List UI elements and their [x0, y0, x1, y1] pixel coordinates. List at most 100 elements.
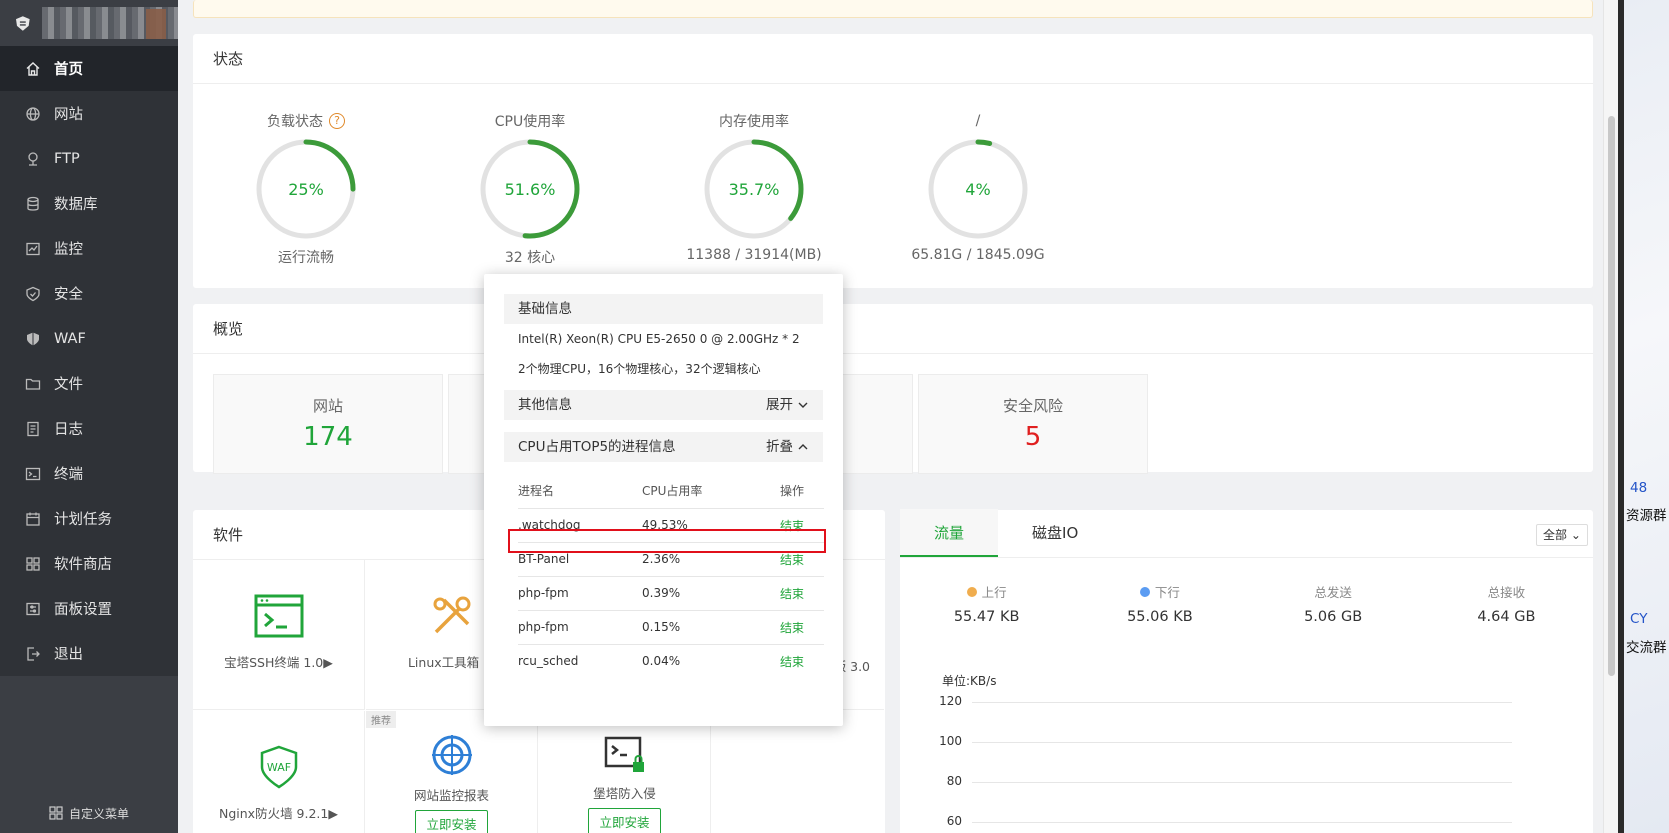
stat-upload: 上行 55.47 KB: [900, 582, 1073, 625]
kill-button[interactable]: 结束: [760, 542, 824, 577]
bg-text: 交流群: [1626, 640, 1667, 656]
software-anti-intrusion[interactable]: 堡塔防入侵 立即安装: [539, 711, 711, 833]
chart-unit: 单位:KB/s: [942, 674, 997, 688]
y-tick: 120: [939, 694, 962, 708]
kill-button[interactable]: 结束: [760, 644, 824, 678]
other-info-header[interactable]: 其他信息 展开: [504, 390, 823, 420]
software-name: 网站监控报表: [413, 788, 489, 803]
stat-download: 下行 55.06 KB: [1073, 582, 1246, 625]
notice-strip: [193, 0, 1593, 18]
tab-disk-io[interactable]: 磁盘IO: [998, 509, 1112, 557]
svg-text:WAF: WAF: [266, 761, 290, 774]
scrollbar-thumb[interactable]: [1608, 116, 1615, 676]
install-button[interactable]: 立即安装: [415, 810, 488, 833]
kill-button[interactable]: 结束: [760, 610, 824, 645]
table-row: rcu_sched 0.04% 结束: [518, 644, 824, 678]
sidebar-item-website[interactable]: 网站: [0, 91, 178, 136]
y-tick: 80: [946, 774, 962, 788]
main-content: 状态 负载状态? 25% 运行流畅 CPU使用率 51.6% 32 核心 内存使…: [178, 0, 1618, 833]
kill-button[interactable]: 结束: [760, 508, 824, 543]
table-row: .watchdog 49.53% 结束: [518, 508, 824, 543]
logo: [0, 0, 178, 46]
software-ssh-terminal[interactable]: 宝塔SSH终端 1.0▶: [193, 560, 365, 710]
overview-label: 网站: [312, 397, 343, 415]
gauge-disk[interactable]: / 4% 65.81G / 1845.09G: [893, 109, 1063, 263]
sidebar-item-settings[interactable]: 面板设置: [0, 586, 178, 631]
collapse-label: 折叠: [766, 439, 793, 455]
chevron-up-icon: [798, 444, 808, 450]
process-name: php-fpm: [518, 610, 642, 645]
sidebar-item-logs[interactable]: 日志: [0, 406, 178, 451]
sidebar-item-terminal[interactable]: 终端: [0, 451, 178, 496]
y-tick: 60: [946, 814, 962, 828]
software-site-monitor[interactable]: 推荐 网站监控报表 立即安装: [366, 711, 538, 833]
stat-label: 下行: [1154, 585, 1180, 600]
gauge-ring: 35.7%: [704, 139, 804, 239]
table-header: 进程名 CPU占用率 操作: [518, 474, 824, 509]
install-button[interactable]: 立即安装: [588, 808, 661, 833]
sidebar-item-store[interactable]: 软件商店: [0, 541, 178, 586]
overview-value: 5: [1024, 422, 1042, 452]
interface-select[interactable]: 全部 ⌄: [1536, 524, 1588, 546]
sidebar-item-label: 计划任务: [54, 512, 112, 528]
globe-icon: [26, 106, 40, 121]
gauge-value: 35.7%: [729, 180, 780, 199]
stat-label: 上行: [981, 585, 1007, 600]
gauge-load[interactable]: 负载状态? 25% 运行流畅: [221, 109, 391, 267]
overview-security-risk[interactable]: 安全风险 5: [918, 374, 1148, 474]
sidebar-item-security[interactable]: 安全: [0, 271, 178, 316]
sidebar-item-home[interactable]: 首页: [0, 46, 178, 91]
sidebar-item-waf[interactable]: WAF: [0, 316, 178, 361]
expand-label: 展开: [766, 397, 793, 413]
kill-button[interactable]: 结束: [760, 576, 824, 611]
process-cpu: 0.15%: [642, 610, 760, 645]
gauge-memory[interactable]: 内存使用率 35.7% 11388 / 31914(MB): [669, 109, 839, 263]
gauge-ring: 51.6%: [480, 139, 580, 239]
sidebar-item-database[interactable]: 数据库: [0, 181, 178, 226]
stat-label: 总发送: [1314, 585, 1352, 600]
select-value: 全部: [1543, 528, 1568, 542]
software-name: Nginx防火墙 9.2.1▶: [219, 806, 338, 821]
sidebar-item-label: 退出: [54, 647, 83, 663]
sidebar-item-files[interactable]: 文件: [0, 361, 178, 406]
folder-icon: [25, 378, 41, 390]
sidebar-item-label: 软件商店: [54, 557, 112, 573]
grid-line: [972, 782, 1512, 783]
sidebar-item-label: 监控: [54, 242, 83, 258]
status-title: 状态: [193, 34, 1593, 84]
software-nginx-waf[interactable]: WAF Nginx防火墙 9.2.1▶: [193, 711, 365, 833]
sidebar-item-logout[interactable]: 退出: [0, 631, 178, 676]
software-name: 堡塔防入侵: [593, 786, 656, 801]
stat-label: 总接收: [1487, 585, 1526, 600]
cpu-info-popup: 基础信息 Intel(R) Xeon(R) CPU E5-2650 0 @ 2.…: [484, 274, 843, 726]
column-header: 操作: [760, 474, 824, 509]
process-cpu: 2.36%: [642, 542, 760, 577]
bg-text: CY: [1630, 611, 1648, 627]
sidebar-item-label: 终端: [54, 467, 83, 483]
gauge-cpu[interactable]: CPU使用率 51.6% 32 核心: [445, 109, 615, 267]
column-header: CPU占用率: [642, 474, 760, 509]
chevron-down-icon: [798, 402, 808, 408]
sidebar-item-ftp[interactable]: FTP: [0, 136, 178, 181]
stat-value: 55.06 KB: [1127, 609, 1193, 625]
process-cpu: 0.04%: [642, 654, 681, 669]
overview-title: 概览: [193, 304, 1593, 354]
y-tick: 100: [939, 734, 962, 748]
sidebar-item-label: 网站: [54, 107, 83, 123]
shield-check-icon: [26, 286, 40, 301]
gauge-sub: 32 核心: [504, 250, 556, 266]
sidebar-item-monitor[interactable]: 监控: [0, 226, 178, 271]
sidebar-item-label: 日志: [54, 422, 83, 438]
terminal-icon: [254, 594, 303, 638]
custom-menu-button[interactable]: 自定义菜单: [0, 793, 178, 833]
help-icon[interactable]: ?: [329, 113, 345, 129]
tab-traffic[interactable]: 流量: [900, 509, 999, 557]
grid-icon: [26, 556, 40, 571]
scrollbar[interactable]: [1603, 0, 1618, 833]
overview-websites[interactable]: 网站 174: [213, 374, 443, 474]
sidebar-item-cron[interactable]: 计划任务: [0, 496, 178, 541]
top5-header[interactable]: CPU占用TOP5的进程信息 折叠: [504, 432, 823, 462]
table-row: php-fpm 0.39% 结束: [518, 576, 824, 611]
overview-card: 概览 网站 174 库 3 安全风险 5: [193, 304, 1593, 474]
software-name: 宝塔SSH终端 1.0▶: [224, 655, 333, 670]
